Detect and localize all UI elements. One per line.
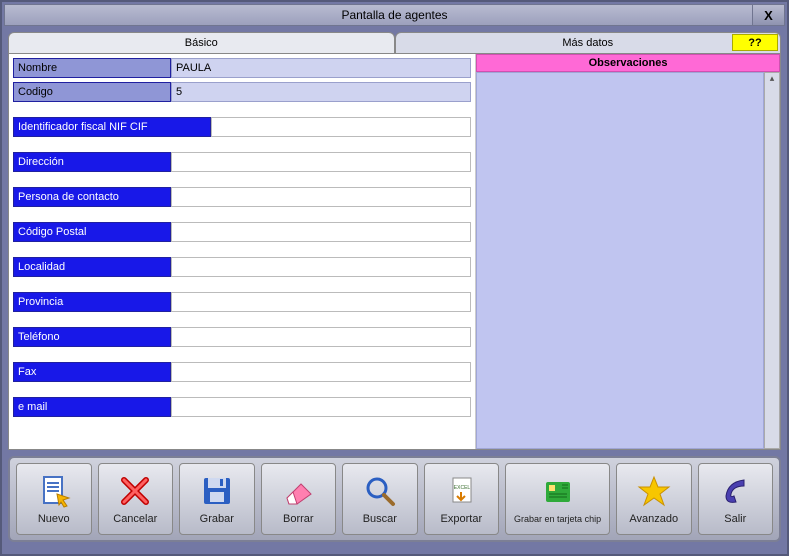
cancel-icon	[117, 473, 153, 509]
search-icon	[362, 473, 398, 509]
observaciones-scrollbar[interactable]	[764, 72, 780, 449]
label-localidad: Localidad	[13, 257, 171, 277]
chip-icon	[540, 474, 576, 510]
row-email: e mail	[13, 397, 471, 417]
row-provincia: Provincia	[13, 292, 471, 312]
row-codigo: Codigo	[13, 82, 471, 102]
export-excel-icon: EXCEL	[443, 473, 479, 509]
observaciones-column: Observaciones	[475, 54, 780, 449]
titlebar: Pantalla de agentes X	[4, 4, 785, 26]
row-fax: Fax	[13, 362, 471, 382]
nuevo-label: Nuevo	[38, 513, 70, 525]
tab-basico-label: Básico	[185, 37, 218, 49]
row-localidad: Localidad	[13, 257, 471, 277]
help-icon: ??	[748, 37, 761, 49]
input-cp[interactable]	[171, 222, 471, 242]
exportar-label: Exportar	[441, 513, 483, 525]
observaciones-textarea[interactable]	[476, 72, 764, 449]
cancelar-label: Cancelar	[113, 513, 157, 525]
borrar-button[interactable]: Borrar	[261, 463, 337, 535]
content-area: Básico Más datos ?? Nombre Codigo	[8, 32, 781, 450]
tab-row: Básico Más datos ??	[8, 32, 781, 54]
exportar-button[interactable]: EXCEL Exportar	[424, 463, 500, 535]
label-direccion: Dirección	[13, 152, 171, 172]
tab-mas-datos[interactable]: Más datos ??	[395, 32, 782, 54]
salir-button[interactable]: Salir	[698, 463, 774, 535]
chip-label: Grabar en tarjeta chip	[514, 514, 601, 524]
close-button[interactable]: X	[752, 5, 784, 25]
input-provincia[interactable]	[171, 292, 471, 312]
input-telefono[interactable]	[171, 327, 471, 347]
eraser-icon	[280, 473, 316, 509]
observaciones-body-wrap	[476, 72, 780, 449]
input-nif[interactable]	[211, 117, 471, 137]
svg-text:EXCEL: EXCEL	[454, 485, 471, 491]
label-fax: Fax	[13, 362, 171, 382]
avanzado-button[interactable]: Avanzado	[616, 463, 692, 535]
help-button[interactable]: ??	[732, 34, 778, 51]
row-nombre: Nombre	[13, 58, 471, 78]
tab-pane: Nombre Codigo Identificador fiscal NIF C…	[8, 54, 781, 450]
input-fax[interactable]	[171, 362, 471, 382]
close-icon: X	[764, 8, 773, 23]
toolbar: Nuevo Cancelar Grabar	[8, 456, 781, 542]
avanzado-label: Avanzado	[629, 513, 678, 525]
input-codigo[interactable]	[171, 82, 471, 102]
row-cp: Código Postal	[13, 222, 471, 242]
grabar-button[interactable]: Grabar	[179, 463, 255, 535]
observaciones-header: Observaciones	[476, 54, 780, 72]
star-icon	[636, 473, 672, 509]
label-provincia: Provincia	[13, 292, 171, 312]
row-direccion: Dirección	[13, 152, 471, 172]
row-contacto: Persona de contacto	[13, 187, 471, 207]
tab-mas-datos-label: Más datos	[562, 37, 613, 49]
exit-arrow-icon	[717, 473, 753, 509]
borrar-label: Borrar	[283, 513, 314, 525]
buscar-label: Buscar	[363, 513, 397, 525]
tab-basico[interactable]: Básico	[8, 32, 395, 54]
window-title: Pantalla de agentes	[341, 8, 447, 22]
label-codigo: Codigo	[13, 82, 171, 102]
nuevo-button[interactable]: Nuevo	[16, 463, 92, 535]
label-nombre: Nombre	[13, 58, 171, 78]
input-localidad[interactable]	[171, 257, 471, 277]
buscar-button[interactable]: Buscar	[342, 463, 418, 535]
label-contacto: Persona de contacto	[13, 187, 171, 207]
label-email: e mail	[13, 397, 171, 417]
label-nif: Identificador fiscal NIF CIF	[13, 117, 211, 137]
input-contacto[interactable]	[171, 187, 471, 207]
label-telefono: Teléfono	[13, 327, 171, 347]
salir-label: Salir	[724, 513, 746, 525]
cancelar-button[interactable]: Cancelar	[98, 463, 174, 535]
row-telefono: Teléfono	[13, 327, 471, 347]
input-nombre[interactable]	[171, 58, 471, 78]
save-icon	[199, 473, 235, 509]
input-direccion[interactable]	[171, 152, 471, 172]
window: Pantalla de agentes X Básico Más datos ?…	[0, 0, 789, 556]
new-document-icon	[36, 473, 72, 509]
input-email[interactable]	[171, 397, 471, 417]
label-cp: Código Postal	[13, 222, 171, 242]
chip-button[interactable]: Grabar en tarjeta chip	[505, 463, 610, 535]
row-nif: Identificador fiscal NIF CIF	[13, 117, 471, 137]
grabar-label: Grabar	[200, 513, 234, 525]
form-column: Nombre Codigo Identificador fiscal NIF C…	[9, 54, 475, 449]
